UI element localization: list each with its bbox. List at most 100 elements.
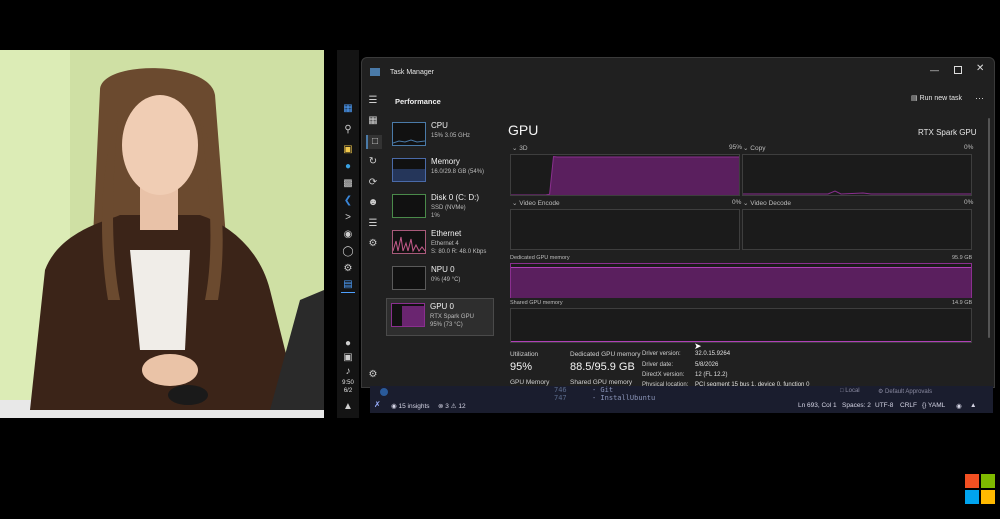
device-name: Memory [431,157,460,166]
device-detail-line1: Ethernet 4 [431,241,459,247]
terminal-icon[interactable]: > [341,211,355,225]
nav-rail: ☰ ▦ □ ↻ ⟳ ☻ ☰ ⚙ ⚙ [362,88,384,387]
run-new-task-button[interactable]: ▤ Run new task [911,94,962,102]
vscode-status-area: 746 747 - Git - InstallUbuntu □ Local ⚙ … [370,386,993,413]
device-item-ethernet[interactable]: Ethernet Ethernet 4 S: 80.0 R: 48.0 Kbps [388,226,498,262]
mouse-cursor-icon: ➤ [694,341,702,351]
more-options-button[interactable]: ··· [975,93,984,103]
insights-item[interactable]: ◉ 15 insights [391,402,430,410]
code-line-number: 747 [554,394,567,402]
device-item-cpu[interactable]: CPU 15% 3.05 GHz [388,118,498,154]
title-bar: Task Manager — ✕ [362,58,994,88]
utilization-value: 95% [510,361,533,373]
device-detail-line1: SSD (NVMe) [431,205,466,211]
processes-icon[interactable]: ▦ [366,114,380,128]
settings-icon[interactable]: ⚙ [366,368,380,382]
store-icon[interactable]: ▩ [341,177,355,191]
scrollbar[interactable] [988,118,990,338]
github-icon[interactable]: ◉ [341,228,355,242]
device-list: CPU 15% 3.05 GHz Memory 16.0/29.8 GB (54… [386,118,498,336]
device-item-npu[interactable]: NPU 0 0% (49 °C) [388,262,498,298]
dedicated-gpu-memory-label: Dedicated GPU memory [570,351,641,358]
settings-icon[interactable]: ⚙ [341,262,355,276]
device-item-memory[interactable]: Memory 16.0/29.8 GB (54%) [388,154,498,190]
start-icon[interactable]: ▦ [341,102,355,116]
edge-icon[interactable]: ● [341,160,355,174]
clock-date[interactable]: 6/2 [340,388,356,394]
approvals-label[interactable]: ⚙ Default Approvals [878,388,932,395]
graph-3d-pct: 95% [729,144,743,151]
remote-icon[interactable]: ✗ [374,400,381,409]
users-icon[interactable]: ☻ [366,196,380,210]
gpu-model: RTX Spark GPU [918,128,977,137]
cpu-thumbnail [392,122,426,146]
network-icon[interactable]: ▣ [341,351,355,365]
minimize-button[interactable]: — [930,65,939,75]
section-title: Performance [395,97,441,106]
presenter-illustration [0,50,324,418]
toolbar: Performance ▤ Run new task ··· [362,88,994,112]
cursor-position[interactable]: Ln 693, Col 1 [798,402,837,409]
device-detail: RTX Spark GPU 95% (73 °C) [430,313,474,329]
account-icon[interactable] [380,388,388,396]
shared-memory-label: Shared GPU memory [510,300,563,306]
window-title: Task Manager [390,69,434,76]
notifications-icon[interactable]: ▲ [970,402,976,409]
details-icon[interactable]: ☰ [366,217,380,231]
ethernet-thumbnail [392,230,426,254]
language-mode[interactable]: {} YAML [922,402,945,409]
search-icon[interactable]: ⚲ [341,123,355,137]
device-detail: SSD (NVMe) 1% [431,204,466,220]
device-item-gpu[interactable]: GPU 0 RTX Spark GPU 95% (73 °C) [386,298,494,336]
code-line: - InstallUbuntu [592,394,656,402]
disk-thumbnail [392,194,426,218]
taskbar: ▦ ⚲ ▣ ● ▩ ❮ > ◉ ◯ ⚙ ▤ ● ▣ ♪ 9:50 6/2 ▲ [337,50,359,418]
close-button[interactable]: ✕ [976,63,984,74]
file-explorer-icon[interactable]: ▣ [341,143,355,157]
npu-thumbnail [392,266,426,290]
maximize-button[interactable] [954,66,962,74]
services-icon[interactable]: ⚙ [366,237,380,251]
device-name: NPU 0 [431,265,455,274]
device-item-disk[interactable]: Disk 0 (C: D:) SSD (NVMe) 1% [388,190,498,226]
startup-apps-icon[interactable]: ⟳ [366,176,380,190]
vscode-icon[interactable]: ❮ [341,194,355,208]
graph-3d-area [511,156,739,195]
device-detail-line2: 95% (73 °C) [430,322,463,328]
driver-version-label: Driver version: [642,351,681,357]
device-name: GPU 0 [430,302,455,311]
graph-3d-label[interactable]: ⌄ 3D [512,144,528,152]
graph-decode-label[interactable]: ⌄ Video Decode [743,199,791,207]
device-detail: 0% (49 °C) [431,277,461,283]
directx-label: DirectX version: [642,372,685,378]
task-manager-app-icon [370,68,380,76]
volume-icon[interactable]: ♪ [341,365,355,379]
app-history-icon[interactable]: ↻ [366,155,380,169]
shared-memory-max: 14.9 GB [952,300,973,306]
problems-item[interactable]: ⊗ 3 ⚠ 12 [438,402,466,410]
graph-copy-label[interactable]: ⌄ Copy [743,144,765,152]
presenter-video [0,50,324,418]
device-detail-line1: RTX Spark GPU [430,314,474,320]
clock-time[interactable]: 9:50 [340,380,356,386]
graph-copy [742,154,972,196]
notification-icon[interactable]: ▲ [341,400,355,414]
graph-encode-label[interactable]: ⌄ Video Encode [512,199,560,207]
app-icon[interactable]: ◯ [341,245,355,259]
gpu-heading: GPU [508,122,539,138]
graph-3d-plot [511,156,739,196]
encoding[interactable]: UTF-8 [875,402,893,409]
graph-dedicated-memory [510,263,972,298]
task-manager-icon[interactable]: ▤ [341,278,355,293]
indentation[interactable]: Spaces: 2 [842,402,871,409]
microphone-icon[interactable]: ● [341,337,355,351]
copilot-icon[interactable]: ◉ [956,402,962,410]
local-label[interactable]: □ Local [840,388,860,394]
directx-value: 12 (FL 12.2) [695,372,728,378]
utilization-label: Utilization [510,351,539,358]
graph-copy-pct: 0% [964,144,974,151]
device-name: Disk 0 (C: D:) [431,193,479,202]
line-ending[interactable]: CRLF [900,402,917,409]
device-detail-line2: 1% [431,213,440,219]
performance-icon[interactable]: □ [366,135,382,149]
